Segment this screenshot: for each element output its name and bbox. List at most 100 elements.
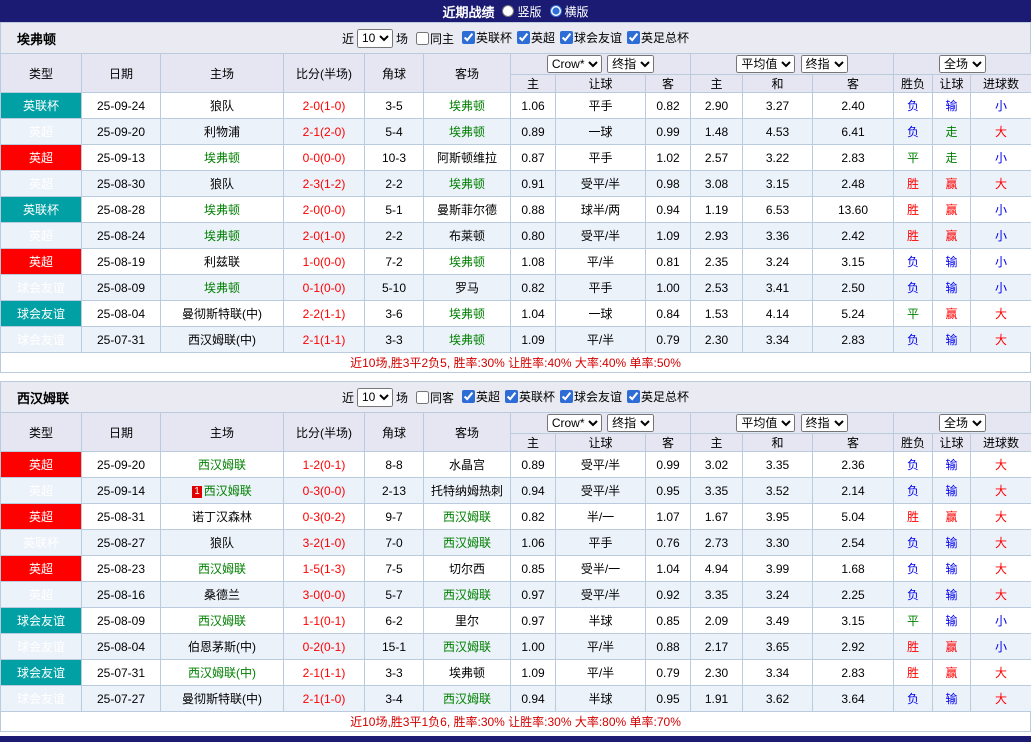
same-venue-checkbox[interactable] — [416, 32, 429, 45]
home-team-name: 利兹联 — [204, 255, 240, 269]
euro-home-odds-cell: 2.93 — [691, 223, 743, 249]
away-team-name: 西汉姆联 — [443, 536, 491, 550]
result-goals-cell: 小 — [971, 275, 1031, 301]
corner-cell: 5-1 — [365, 197, 424, 223]
same-venue-checkbox[interactable] — [416, 391, 429, 404]
handicap-line-cell: 受平/半 — [556, 452, 646, 478]
league-checkbox[interactable] — [462, 390, 475, 403]
league-filter[interactable]: 英联杯 — [500, 388, 555, 405]
league-checkbox[interactable] — [517, 31, 530, 44]
euro-draw-odds-cell: 3.36 — [743, 223, 813, 249]
away-team-name: 水晶宫 — [449, 458, 485, 472]
home-team-cell: 西汉姆联 — [161, 452, 284, 478]
handicap-line-cell: 受平/半 — [556, 223, 646, 249]
league-checkbox[interactable] — [505, 390, 518, 403]
subcol-label: 进球数 — [971, 434, 1031, 452]
same-venue-filter[interactable]: 同客 — [411, 389, 454, 406]
bookmaker-select[interactable]: Crow* — [547, 414, 602, 432]
final-odds-select-2[interactable]: 终指 — [801, 414, 848, 432]
euro-home-odds-cell: 3.35 — [691, 478, 743, 504]
handicap-line-cell: 平手 — [556, 93, 646, 119]
home-team-cell: 利物浦 — [161, 119, 284, 145]
league-checkbox[interactable] — [627, 31, 640, 44]
horizontal-layout-radio[interactable] — [550, 5, 562, 17]
score-cell: 3-2(1-0) — [284, 530, 365, 556]
filter-controls: 近 10 场 同主 英联杯英超球会友谊英足总杯 — [342, 29, 689, 48]
league-filter[interactable]: 英超 — [512, 29, 555, 46]
bookmaker-select[interactable]: Crow* — [547, 55, 602, 73]
league-filter[interactable]: 英足总杯 — [622, 388, 689, 405]
asian-away-odds-cell: 0.79 — [646, 660, 691, 686]
date-cell: 25-08-19 — [82, 249, 161, 275]
layout-option-horizontal[interactable]: 横版 — [550, 3, 589, 20]
euro-away-odds-cell: 3.15 — [813, 249, 894, 275]
euro-away-odds-cell: 2.42 — [813, 223, 894, 249]
away-team-cell: 布莱顿 — [424, 223, 511, 249]
match-count-select[interactable]: 10 — [357, 29, 393, 48]
euro-away-odds-cell: 2.40 — [813, 93, 894, 119]
league-filter[interactable]: 英足总杯 — [622, 29, 689, 46]
final-odds-select-1[interactable]: 终指 — [607, 55, 654, 73]
handicap-line-cell: 半/一 — [556, 504, 646, 530]
asian-home-odds-cell: 1.06 — [511, 530, 556, 556]
subcol-label: 让球 — [556, 75, 646, 93]
league-filter[interactable]: 球会友谊 — [555, 29, 622, 46]
league-checkbox[interactable] — [560, 390, 573, 403]
fulltime-select[interactable]: 全场 — [939, 414, 986, 432]
league-label: 英足总杯 — [641, 388, 689, 405]
league-type-cell: 球会友谊 — [1, 608, 82, 634]
euro-draw-odds-cell: 3.22 — [743, 145, 813, 171]
vertical-layout-radio[interactable] — [502, 5, 514, 17]
average-select[interactable]: 平均值 — [736, 414, 795, 432]
col-score: 比分(半场) — [284, 54, 365, 93]
home-team-cell: 西汉姆联 — [161, 556, 284, 582]
euro-home-odds-cell: 2.09 — [691, 608, 743, 634]
euro-away-odds-cell: 2.48 — [813, 171, 894, 197]
date-cell: 25-08-04 — [82, 301, 161, 327]
league-checkbox[interactable] — [560, 31, 573, 44]
col-home: 主场 — [161, 413, 284, 452]
final-odds-select-1[interactable]: 终指 — [607, 414, 654, 432]
home-team-name: 埃弗顿 — [204, 203, 240, 217]
home-team-name: 埃弗顿 — [204, 281, 240, 295]
asian-away-odds-cell: 0.99 — [646, 452, 691, 478]
score-cell: 0-3(0-0) — [284, 478, 365, 504]
result-wdl-cell: 胜 — [894, 223, 933, 249]
league-checkbox[interactable] — [462, 31, 475, 44]
fulltime-select[interactable]: 全场 — [939, 55, 986, 73]
league-checkbox[interactable] — [627, 390, 640, 403]
result-goals-cell: 大 — [971, 660, 1031, 686]
home-team-name: 狼队 — [210, 177, 234, 191]
date-cell: 25-09-13 — [82, 145, 161, 171]
league-type-cell: 球会友谊 — [1, 301, 82, 327]
result-handicap-cell: 输 — [933, 275, 971, 301]
match-count-select[interactable]: 10 — [357, 388, 393, 407]
league-type-cell: 英超 — [1, 119, 82, 145]
asian-away-odds-cell: 0.95 — [646, 686, 691, 712]
euro-draw-odds-cell: 3.35 — [743, 452, 813, 478]
score-cell: 0-2(0-1) — [284, 634, 365, 660]
table-row: 英超25-09-20利物浦2-1(2-0)5-4埃弗顿0.89一球0.991.4… — [1, 119, 1031, 145]
league-label: 英超 — [476, 388, 500, 405]
league-filter[interactable]: 球会友谊 — [555, 388, 622, 405]
league-filter[interactable]: 英联杯 — [457, 29, 512, 46]
league-filter[interactable]: 英超 — [457, 388, 500, 405]
layout-option-vertical[interactable]: 竖版 — [502, 3, 541, 20]
final-odds-select-2[interactable]: 终指 — [801, 55, 848, 73]
euro-away-odds-cell: 3.64 — [813, 686, 894, 712]
team-name: 西汉姆联 — [17, 388, 69, 407]
table-row: 英超25-08-19利兹联1-0(0-0)7-2埃弗顿1.08平/半0.812.… — [1, 249, 1031, 275]
euro-odds-header: 平均值 终指 — [691, 413, 894, 434]
score-cell: 0-3(0-2) — [284, 504, 365, 530]
result-goals-cell: 小 — [971, 93, 1031, 119]
league-type-cell: 英超 — [1, 504, 82, 530]
home-team-name: 桑德兰 — [204, 588, 240, 602]
asian-home-odds-cell: 0.82 — [511, 504, 556, 530]
same-venue-filter[interactable]: 同主 — [411, 30, 454, 47]
corner-cell: 2-2 — [365, 171, 424, 197]
asian-home-odds-cell: 0.82 — [511, 275, 556, 301]
asian-away-odds-cell: 1.00 — [646, 275, 691, 301]
home-team-cell: 1西汉姆联 — [161, 478, 284, 504]
average-select[interactable]: 平均值 — [736, 55, 795, 73]
col-date: 日期 — [82, 54, 161, 93]
